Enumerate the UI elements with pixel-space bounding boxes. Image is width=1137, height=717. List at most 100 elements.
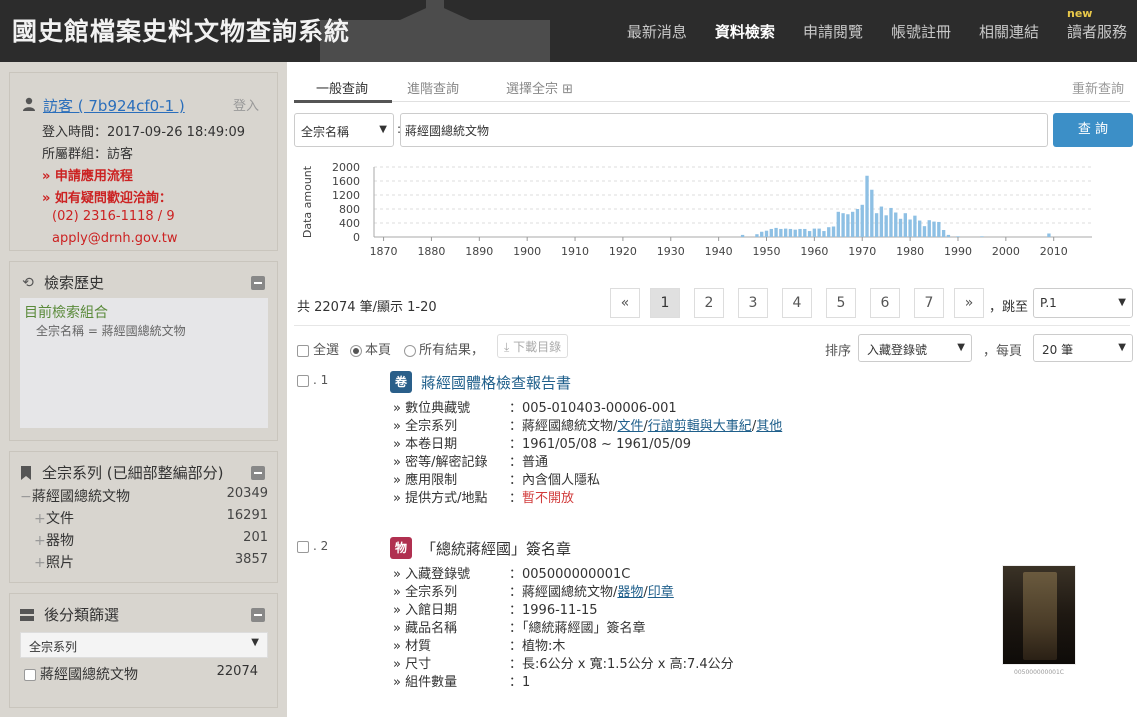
result-title[interactable]: 蔣經國體格檢查報告書 <box>421 372 571 393</box>
series-link-artifacts[interactable]: 器物 <box>617 585 643 600</box>
field-label: » 入館日期 <box>393 603 458 618</box>
sort-value: 入藏登錄號 <box>867 343 928 357</box>
contact-email[interactable]: apply@drnh.gov.tw <box>52 231 178 246</box>
tab-general[interactable]: 一般查詢 <box>316 78 368 97</box>
search-field-select[interactable]: 全宗名稱 ▼ <box>294 113 394 147</box>
page-2[interactable]: 2 <box>694 288 724 318</box>
chart-bar <box>764 230 769 237</box>
nav-links[interactable]: 相關連結 <box>979 21 1039 42</box>
result-checkbox[interactable] <box>297 540 309 553</box>
x-tick-label: 1930 <box>657 245 685 258</box>
chart-bar <box>908 219 912 237</box>
reset-query-link[interactable]: 重新查詢 <box>1072 78 1124 97</box>
sort-select[interactable]: 入藏登錄號 ▼ <box>858 334 972 362</box>
collapse-series-button[interactable] <box>251 466 265 480</box>
field-label: » 材質 <box>393 639 432 654</box>
scope-all-results-radio[interactable] <box>404 344 416 357</box>
x-tick-label: 1950 <box>753 245 781 258</box>
chart-bar <box>774 227 778 237</box>
nav-news[interactable]: 最新消息 <box>627 21 687 42</box>
download-label: 下載目錄 <box>513 340 562 354</box>
jump-page-select[interactable]: P.1 ▼ <box>1033 288 1133 318</box>
pagination-row: 共 22074 筆/顯示 1-20 « 1 2 3 4 5 6 7 » ，跳至 … <box>297 288 1133 320</box>
select-all-checkbox[interactable] <box>297 344 309 357</box>
history-header: ⟲ 檢索歷史 <box>20 272 104 293</box>
page-3[interactable]: 3 <box>738 288 768 318</box>
sort-label: 排序 <box>825 344 852 359</box>
current-query-label[interactable]: 目前檢索組合 <box>24 302 108 322</box>
page-prev[interactable]: « <box>610 288 640 318</box>
chart-bar <box>879 206 884 237</box>
page-5[interactable]: 5 <box>826 288 856 318</box>
scope-all-results[interactable]: 所有結果， <box>404 339 484 358</box>
chart-bar <box>779 228 783 237</box>
per-page-select[interactable]: 20 筆 ▼ <box>1033 334 1133 362</box>
apply-flow-link[interactable]: » 申請應用流程 <box>42 165 133 184</box>
series-link-documents[interactable]: 文件 <box>617 419 643 434</box>
sidebar: 訪客 ( 7b924cf0-1 ) 登入 登入時間：2017-09-26 18:… <box>0 62 287 717</box>
nav-apply[interactable]: 申請閱覽 <box>803 21 863 42</box>
chart-bar <box>941 230 946 237</box>
field-value: ：1996-11-15 <box>509 603 598 618</box>
tab-advanced[interactable]: 進階查詢 <box>407 78 459 97</box>
x-tick-label: 2000 <box>992 245 1020 258</box>
chart-bar <box>922 226 927 237</box>
tab-select-fonds[interactable]: 選擇全宗 ⊞ <box>506 78 573 97</box>
result-title[interactable]: 「總統蔣經國」簽名章 <box>421 538 571 559</box>
chart-bar <box>937 221 941 237</box>
page-4[interactable]: 4 <box>782 288 812 318</box>
select-all-label: 全選 <box>313 343 340 358</box>
tree-item-artifacts[interactable]: +器物 201 <box>20 530 268 550</box>
scope-this-page[interactable]: 本頁 <box>350 339 391 358</box>
active-tab-indicator <box>294 100 392 103</box>
series-panel: 全宗系列 (已細部整編部分) −蔣經國總統文物 20349 +文件 16291 … <box>9 451 278 583</box>
nav-reader-service[interactable]: new 讀者服務 <box>1067 7 1127 42</box>
tree-item-photos[interactable]: +照片 3857 <box>20 552 268 572</box>
series-link-other[interactable]: 其他 <box>756 419 782 434</box>
collapse-history-button[interactable] <box>251 276 265 290</box>
series-link-clippings[interactable]: 行誼剪輯與大事紀 <box>648 419 752 434</box>
page-6[interactable]: 6 <box>870 288 900 318</box>
collapse-filter-button[interactable] <box>251 608 265 622</box>
nav-register[interactable]: 帳號註冊 <box>891 21 951 42</box>
search-button[interactable]: 查 詢 <box>1053 113 1133 147</box>
select-all-option[interactable]: 全選 <box>297 339 339 358</box>
tree-item-label: 器物 <box>46 533 74 549</box>
filter-checkbox[interactable] <box>24 669 36 681</box>
y-axis-label: Data amount <box>301 165 314 238</box>
history-box: 目前檢索組合 全宗名稱 = 蔣經國總統文物 <box>20 298 268 428</box>
field-value: ：暫不開放 <box>509 487 574 506</box>
scope-this-page-radio[interactable] <box>350 344 362 357</box>
chart-bar <box>817 228 821 237</box>
result-number: . 1 <box>297 373 328 387</box>
seal-image <box>1023 572 1057 660</box>
field-value: ：蔣經國總統文物/文件/行誼剪輯與大事紀/其他 <box>509 415 782 434</box>
tree-item-documents[interactable]: +文件 16291 <box>20 508 268 528</box>
result-index: . 2 <box>313 539 329 553</box>
login-link[interactable]: 登入 <box>233 95 259 114</box>
x-tick-label: 1960 <box>800 245 828 258</box>
field-value: ：內含個人隱私 <box>509 473 601 488</box>
chart-bar <box>850 211 855 237</box>
field-value: ：「總統蔣經國」簽名章 <box>509 621 646 636</box>
result-checkbox[interactable] <box>297 374 309 387</box>
nav-search[interactable]: 資料檢索 <box>715 21 775 42</box>
chart-bar <box>836 211 840 237</box>
username-link[interactable]: 訪客 ( 7b924cf0-1 ) <box>43 95 185 116</box>
page-next[interactable]: » <box>954 288 984 318</box>
filter-category-select[interactable]: 全宗系列 ▼ <box>20 632 268 658</box>
chart-bar <box>946 234 951 237</box>
series-link-seals[interactable]: 印章 <box>648 585 674 600</box>
page-1[interactable]: 1 <box>650 288 680 318</box>
search-input[interactable] <box>400 113 1048 147</box>
page-7[interactable]: 7 <box>914 288 944 318</box>
download-list-button[interactable]: ⤓ 下載目錄 <box>497 334 569 358</box>
chart-bar <box>846 214 850 237</box>
series-path-text: ：蔣經國總統文物/ <box>509 585 618 600</box>
filter-option[interactable]: 蔣經國總統文物 22074 <box>24 664 258 684</box>
tree-root[interactable]: −蔣經國總統文物 20349 <box>20 486 268 506</box>
field-label: » 全宗系列 <box>393 585 458 600</box>
artifact-thumbnail[interactable] <box>1002 565 1076 665</box>
x-tick-label: 1910 <box>561 245 589 258</box>
download-icon: ⤓ <box>504 340 510 354</box>
